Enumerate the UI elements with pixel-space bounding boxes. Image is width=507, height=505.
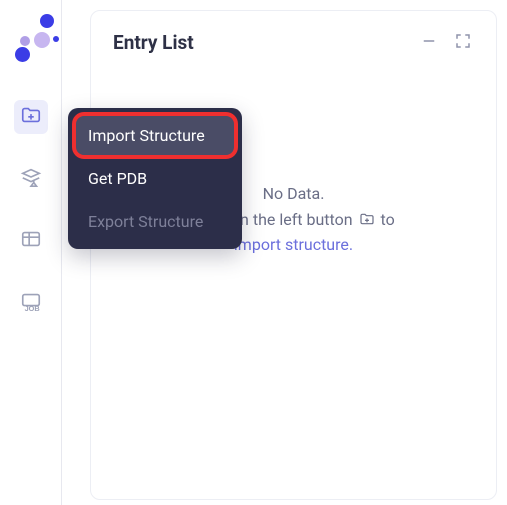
svg-text:JOB: JOB (24, 304, 39, 312)
job-icon: JOB (20, 290, 42, 316)
layers-flask-icon (20, 166, 42, 192)
empty-suffix: to (381, 210, 395, 229)
minimize-button[interactable] (418, 32, 440, 54)
folder-plus-inline-icon (359, 211, 375, 227)
layers-lab-button[interactable] (14, 162, 48, 196)
panel-title: Entry List (113, 31, 406, 54)
import-structure-link[interactable]: import structure. (234, 235, 353, 254)
import-structure-button[interactable] (14, 100, 48, 134)
import-menu: Import Structure Get PDB Export Structur… (68, 108, 242, 249)
menu-item-get-pdb[interactable]: Get PDB (74, 157, 236, 200)
table-icon (20, 228, 42, 254)
folder-plus-icon (20, 104, 42, 130)
expand-icon (454, 32, 472, 54)
jobs-button[interactable]: JOB (14, 286, 48, 320)
entry-list-panel: Entry List No Data. Click on the left bu… (90, 10, 497, 500)
expand-button[interactable] (452, 32, 474, 54)
menu-item-import-structure[interactable]: Import Structure (74, 114, 236, 157)
minimize-icon (420, 32, 438, 54)
sidebar: JOB (0, 0, 62, 505)
panel-header: Entry List (91, 11, 496, 64)
menu-item-export-structure: Export Structure (74, 200, 236, 243)
table-button[interactable] (14, 224, 48, 258)
